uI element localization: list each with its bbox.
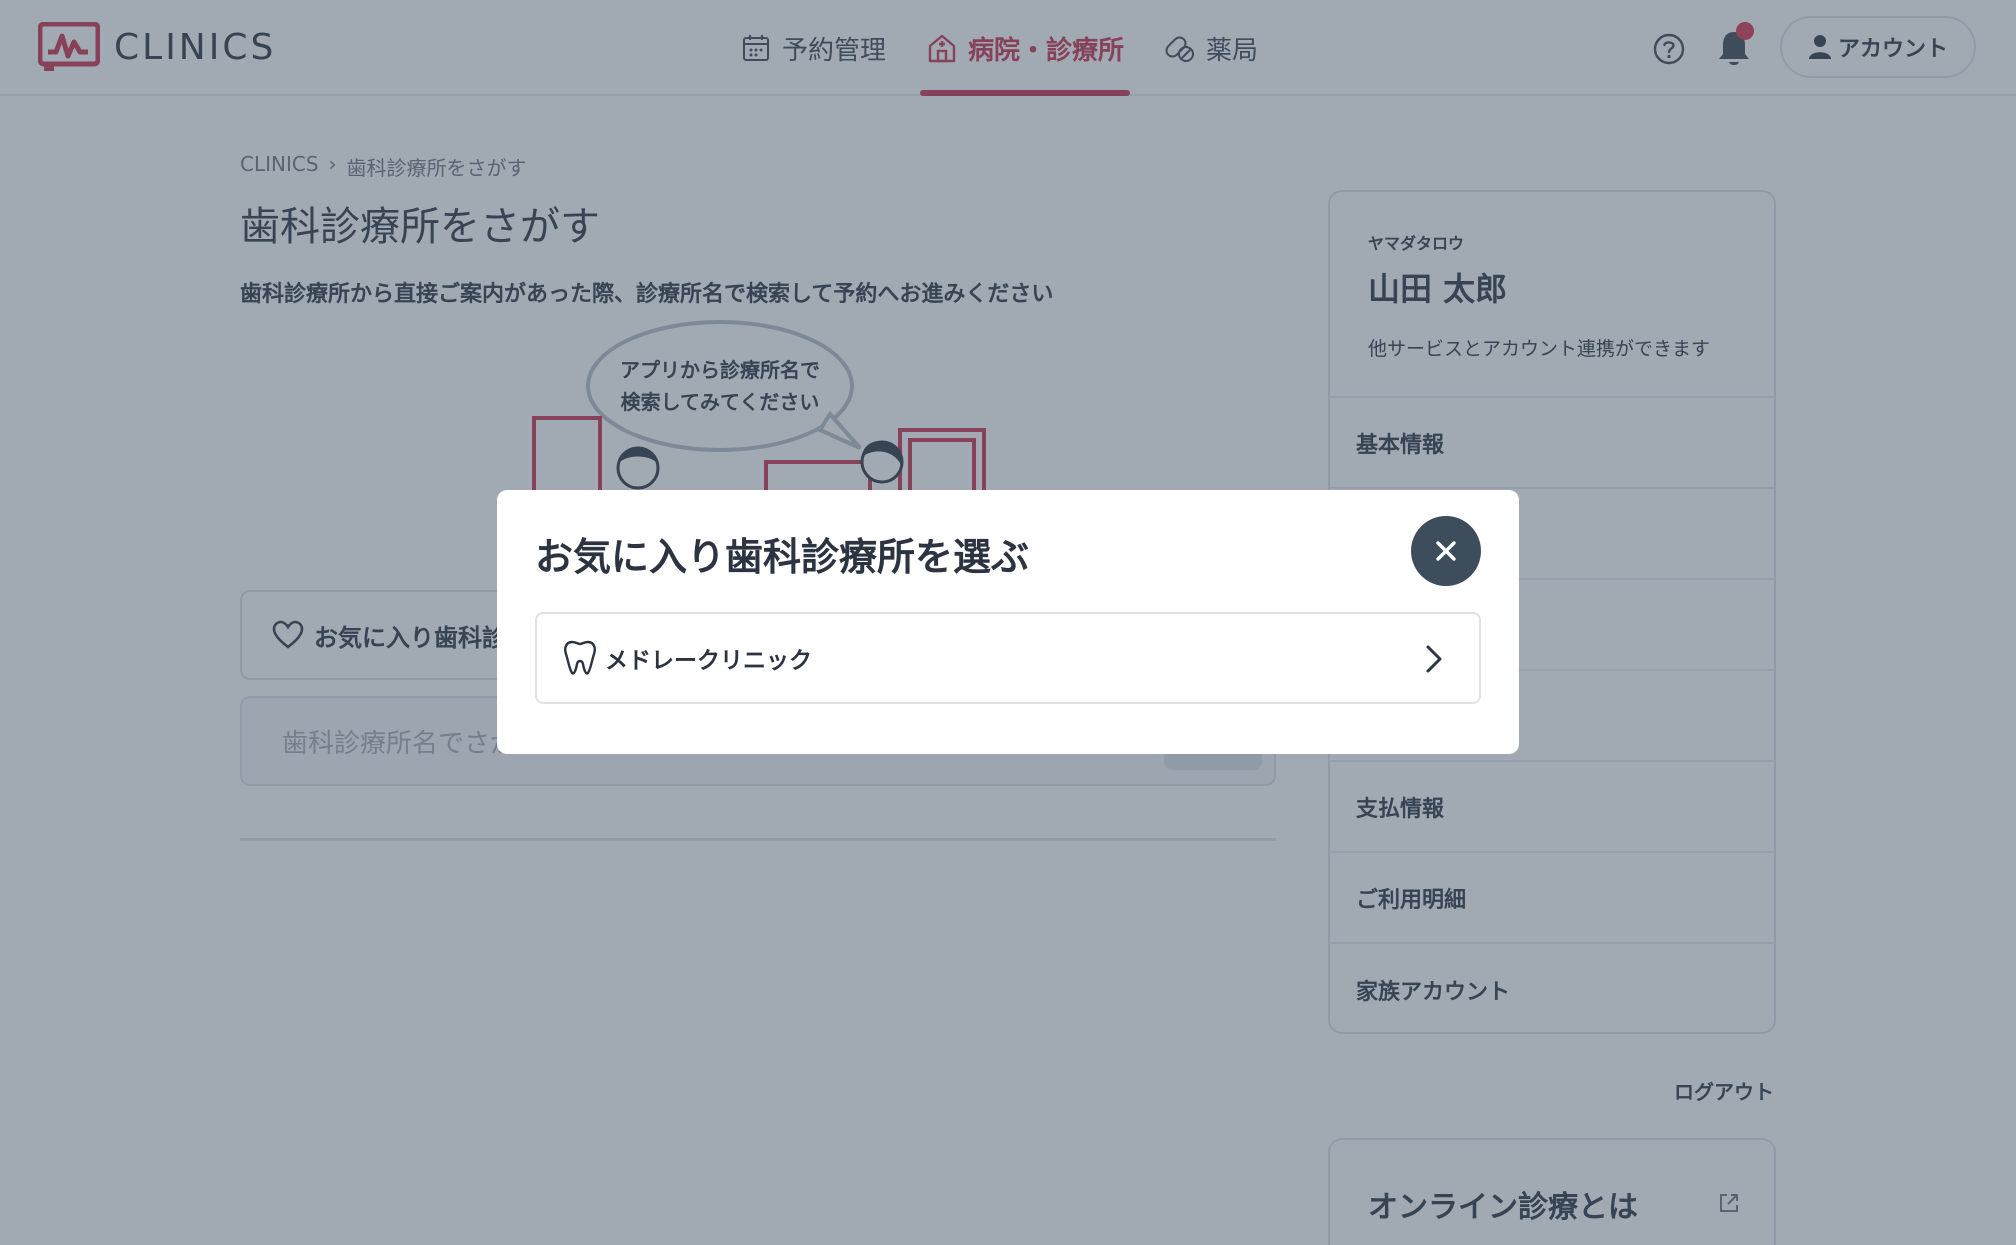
close-button[interactable] — [1411, 516, 1481, 586]
clinic-name: メドレークリニック — [605, 648, 812, 674]
clinic-list-item[interactable]: メドレークリニック — [535, 612, 1481, 704]
tooth-icon — [564, 640, 596, 675]
close-icon — [1436, 541, 1456, 561]
favorite-clinic-modal: お気に入り歯科診療所を選ぶ メドレークリニック — [497, 490, 1519, 754]
chevron-right-icon — [1426, 645, 1442, 673]
modal-title: お気に入り歯科診療所を選ぶ — [535, 535, 1030, 579]
